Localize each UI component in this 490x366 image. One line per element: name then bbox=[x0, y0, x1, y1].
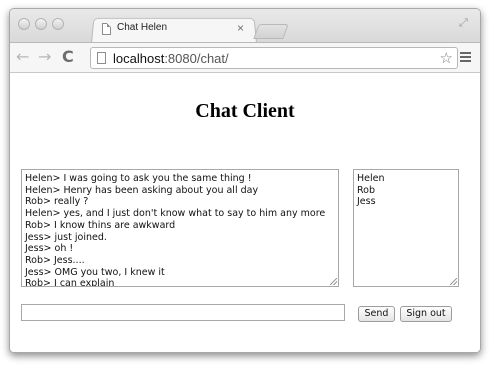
resize-handle-icon[interactable] bbox=[330, 278, 337, 285]
address-bar[interactable]: localhost:8080/chat/ ☆ bbox=[90, 47, 458, 69]
message-input[interactable] bbox=[21, 304, 345, 321]
zoom-window-button[interactable] bbox=[52, 18, 64, 30]
page-title: Chat Client bbox=[195, 100, 295, 122]
user-list-item: Helen bbox=[357, 173, 385, 184]
browser-window: Chat Helen × ⤢ ← → C localhost:8080/chat… bbox=[9, 8, 481, 353]
url-text: localhost:8080/chat/ bbox=[113, 50, 229, 67]
chat-lines: Helen> I was going to ask you the same t… bbox=[25, 173, 326, 287]
chat-line: Rob> I can explain bbox=[25, 278, 115, 287]
forward-arrow-icon[interactable]: → bbox=[38, 47, 51, 67]
url-path: :8080/chat/ bbox=[164, 51, 229, 66]
chat-line: Helen> yes, and I just don't know what t… bbox=[25, 208, 326, 220]
chat-line: Helen> I was going to ask you the same t… bbox=[25, 173, 252, 184]
new-tab-button[interactable] bbox=[253, 24, 289, 39]
chat-line: Jess> OMG you two, I knew it bbox=[25, 266, 165, 278]
close-tab-icon[interactable]: × bbox=[237, 20, 244, 36]
chat-line: Rob> really ? bbox=[25, 196, 89, 208]
tab-title: Chat Helen bbox=[117, 22, 168, 33]
chat-log[interactable]: Helen> I was going to ask you the same t… bbox=[21, 169, 339, 287]
bookmark-star-icon[interactable]: ☆ bbox=[440, 49, 453, 67]
resize-handle-icon[interactable] bbox=[450, 278, 457, 285]
sign-out-button[interactable]: Sign out bbox=[400, 306, 452, 322]
user-list-item: Jess bbox=[357, 196, 376, 208]
chat-line: Helen> Henry has been asking about you a… bbox=[25, 184, 259, 196]
url-host: localhost bbox=[113, 51, 165, 66]
tab-strip: Chat Helen × ⤢ bbox=[10, 9, 480, 43]
page-content: Chat Client Helen> I was going to ask yo… bbox=[10, 73, 480, 352]
page-icon bbox=[102, 23, 111, 35]
browser-toolbar: ← → C localhost:8080/chat/ ☆ bbox=[10, 42, 480, 73]
close-window-button[interactable] bbox=[18, 18, 30, 30]
menu-icon[interactable] bbox=[460, 52, 471, 63]
fullscreen-icon[interactable]: ⤢ bbox=[459, 17, 471, 29]
send-button[interactable]: Send bbox=[358, 306, 395, 322]
minimize-window-button[interactable] bbox=[35, 18, 47, 30]
user-list-item: Rob bbox=[357, 184, 376, 196]
chat-line: Jess> just joined. bbox=[25, 231, 107, 243]
page-icon bbox=[97, 52, 106, 64]
user-list[interactable]: Helen Rob Jess bbox=[353, 169, 459, 287]
back-arrow-icon[interactable]: ← bbox=[16, 47, 29, 67]
chat-line: Rob> I know thins are awkward bbox=[25, 219, 176, 231]
reload-icon[interactable]: C bbox=[62, 47, 74, 67]
tab-content: Chat Helen × bbox=[100, 21, 250, 39]
chat-line: Rob> Jess.... bbox=[25, 254, 85, 266]
chat-line: Jess> oh ! bbox=[25, 243, 74, 255]
